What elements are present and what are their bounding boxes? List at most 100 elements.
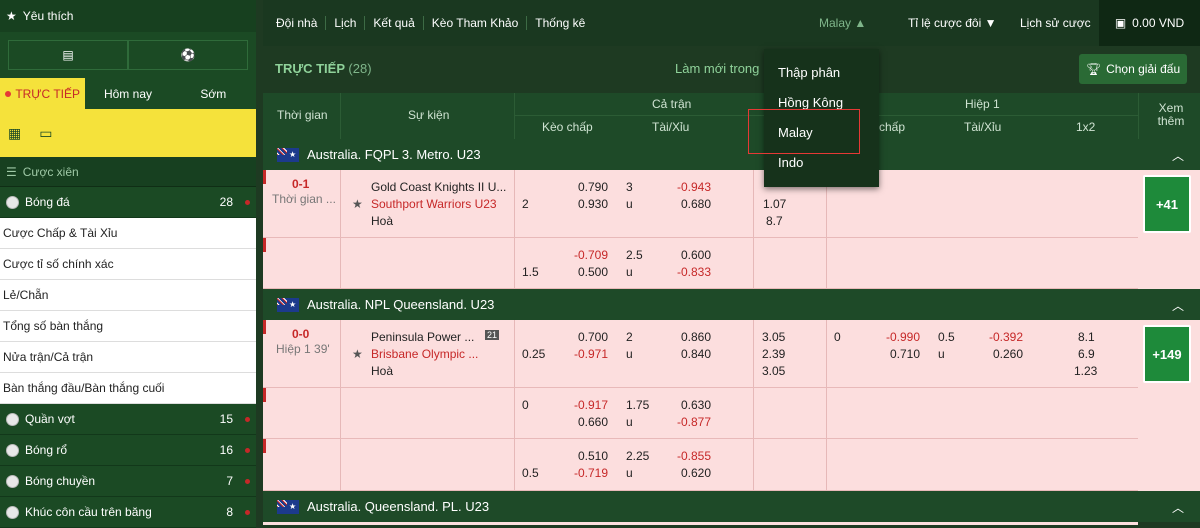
handicap-home-odds[interactable]: -0.709 [574, 248, 608, 262]
half-handicap-away-odds[interactable]: 0.710 [890, 347, 920, 361]
over-odds[interactable]: 0.630 [681, 398, 711, 412]
sub-item-label: Cược Chấp & Tài Xỉu [3, 226, 118, 240]
odds-draw[interactable]: 1.07 [763, 197, 786, 211]
sub-item-odd-even[interactable]: Lẻ/Chẵn [0, 280, 256, 311]
live-count: (28) [348, 61, 372, 76]
half-odds-draw[interactable]: 6.9 [1078, 347, 1095, 361]
double-odds-selector[interactable]: Tỉ lệ cược đôi ▼ [908, 16, 997, 30]
split-view-icon[interactable]: ▦ [8, 125, 21, 142]
under-odds[interactable]: -0.833 [677, 265, 711, 279]
star-icon[interactable]: ★ [352, 347, 363, 361]
nav-home[interactable]: Đội nhà [263, 16, 325, 30]
half-odds-away[interactable]: 1.23 [1074, 364, 1097, 378]
home-team[interactable]: Gold Coast Knights II U... [371, 180, 506, 194]
away-team[interactable]: Brisbane Olympic ... [371, 347, 478, 361]
tab-early[interactable]: Sớm [171, 78, 256, 109]
half-handicap-home-odds[interactable]: -0.990 [886, 330, 920, 344]
half-ou-line: 0.5 [938, 330, 955, 344]
half-under-odds[interactable]: 0.260 [993, 347, 1023, 361]
cell-divider [753, 439, 754, 490]
odds-home[interactable]: 3.05 [762, 330, 785, 344]
handicap-home-odds[interactable]: 0.700 [578, 330, 608, 344]
sidebar-item-basketball[interactable]: Bóng rổ 16 [0, 435, 256, 466]
sport-name: Quần vợt [25, 412, 75, 426]
odds-option-decimal[interactable]: Thập phân [778, 65, 840, 80]
odds-format-selector[interactable]: Malay ▲ [819, 16, 866, 30]
sport-view-button[interactable]: ⚽ [128, 40, 248, 70]
trophy-icon: 🏆︎ [1085, 62, 1102, 76]
sidebar-item-ice-hockey[interactable]: Khúc côn cầu trên băng 8 [0, 497, 256, 528]
nav-statistics[interactable]: Thống kê [527, 16, 593, 30]
sidebar-item-tennis[interactable]: Quần vợt 15 [0, 404, 256, 435]
monitor-icon[interactable]: ▭ [39, 125, 52, 142]
half-odds-home[interactable]: 8.1 [1078, 330, 1095, 344]
chevron-up-icon[interactable]: ︿ [1172, 147, 1184, 164]
under-odds[interactable]: 0.620 [681, 466, 711, 480]
under-marker: u [626, 265, 633, 279]
parlay-header[interactable]: ☰ Cược xiên [0, 157, 256, 187]
half-over-odds[interactable]: -0.392 [989, 330, 1023, 344]
list-view-button[interactable]: ▤ [8, 40, 128, 70]
document-icon: ▤ [62, 48, 74, 62]
tab-live[interactable]: TRỰC TIẾP [0, 78, 86, 109]
bet-history-link[interactable]: Lịch sử cược [1020, 16, 1091, 30]
over-odds[interactable]: -0.943 [677, 180, 711, 194]
refresh-timer[interactable]: Làm mới trong [675, 61, 759, 76]
handicap-away-odds[interactable]: -0.971 [574, 347, 608, 361]
header-first-half: Hiệp 1 [965, 97, 1000, 111]
odds-option-indo[interactable]: Indo [778, 155, 803, 170]
league-header[interactable]: Australia. Queensland. PL. U23 ︿ [263, 491, 1200, 522]
tab-today[interactable]: Hôm nay [85, 78, 170, 109]
sidebar-item-volleyball[interactable]: Bóng chuyền 7 [0, 466, 256, 497]
odds-option-hongkong[interactable]: Hồng Kông [778, 95, 843, 110]
over-odds[interactable]: -0.855 [677, 449, 711, 463]
chevron-up-icon[interactable]: ︿ [1172, 499, 1184, 516]
under-odds[interactable]: -0.877 [677, 415, 711, 429]
handicap-away-odds[interactable]: 0.500 [578, 265, 608, 279]
under-odds[interactable]: 0.680 [681, 197, 711, 211]
away-team[interactable]: Southport Warriors U23 [371, 197, 497, 211]
stats-icon[interactable]: 21 [485, 330, 500, 340]
sport-name: Khúc côn cầu trên băng [25, 505, 152, 519]
over-odds[interactable]: 0.860 [681, 330, 711, 344]
odds-away[interactable]: 8.7 [766, 214, 783, 228]
sub-item-handicap-ou[interactable]: Cược Chấp & Tài Xỉu [0, 218, 256, 249]
more-markets-button[interactable]: +149 [1143, 325, 1191, 383]
favorites-item[interactable]: ★ Yêu thích [0, 0, 256, 32]
handicap-away-odds[interactable]: -0.719 [574, 466, 608, 480]
cell-divider [514, 320, 515, 387]
more-markets-button[interactable]: +41 [1143, 175, 1191, 233]
sidebar-item-soccer[interactable]: Bóng đá 28 [0, 187, 256, 218]
handicap-home-odds[interactable]: -0.917 [574, 398, 608, 412]
live-dot-icon [5, 90, 12, 97]
wallet-balance[interactable]: ▣ 0.00 VND [1099, 0, 1200, 46]
over-odds[interactable]: 0.600 [681, 248, 711, 262]
sport-count: 15 [219, 412, 233, 426]
sub-item-correct-score[interactable]: Cược tỉ số chính xác [0, 249, 256, 280]
sub-item-first-last-goal[interactable]: Bàn thắng đầu/Bàn thắng cuối [0, 373, 256, 404]
handicap-home-odds[interactable]: 0.790 [578, 180, 608, 194]
nav-results[interactable]: Kết quả [365, 16, 422, 30]
league-header[interactable]: Australia. FQPL 3. Metro. U23 ︿ [263, 139, 1200, 170]
sub-item-total-goals[interactable]: Tổng số bàn thắng [0, 311, 256, 342]
sport-name: Bóng đá [25, 195, 70, 209]
sub-item-half-full[interactable]: Nửa trận/Cả trận [0, 342, 256, 373]
league-header[interactable]: Australia. NPL Queensland. U23 ︿ [263, 289, 1200, 320]
handicap-away-odds[interactable]: 0.660 [578, 415, 608, 429]
odds-draw[interactable]: 2.39 [762, 347, 785, 361]
handicap-line: 0.25 [522, 347, 546, 361]
live-title: TRỰC TIẾP (28) [275, 61, 372, 76]
basketball-icon [6, 443, 19, 457]
ou-line: 3 [626, 180, 633, 194]
handicap-away-odds[interactable]: 0.930 [578, 197, 608, 211]
home-team[interactable]: Peninsula Power ... [371, 330, 474, 344]
star-icon[interactable]: ★ [352, 197, 363, 211]
nav-reference-odds[interactable]: Kèo Tham Khảo [424, 16, 527, 30]
handicap-home-odds[interactable]: 0.510 [578, 449, 608, 463]
odds-away[interactable]: 3.05 [762, 364, 785, 378]
chevron-up-icon[interactable]: ︿ [1172, 297, 1184, 314]
nav-schedule[interactable]: Lịch [326, 16, 364, 30]
choose-league-button[interactable]: 🏆︎ Chọn giải đấu [1079, 54, 1187, 84]
under-odds[interactable]: 0.840 [681, 347, 711, 361]
ou-line: 2.25 [626, 449, 650, 463]
